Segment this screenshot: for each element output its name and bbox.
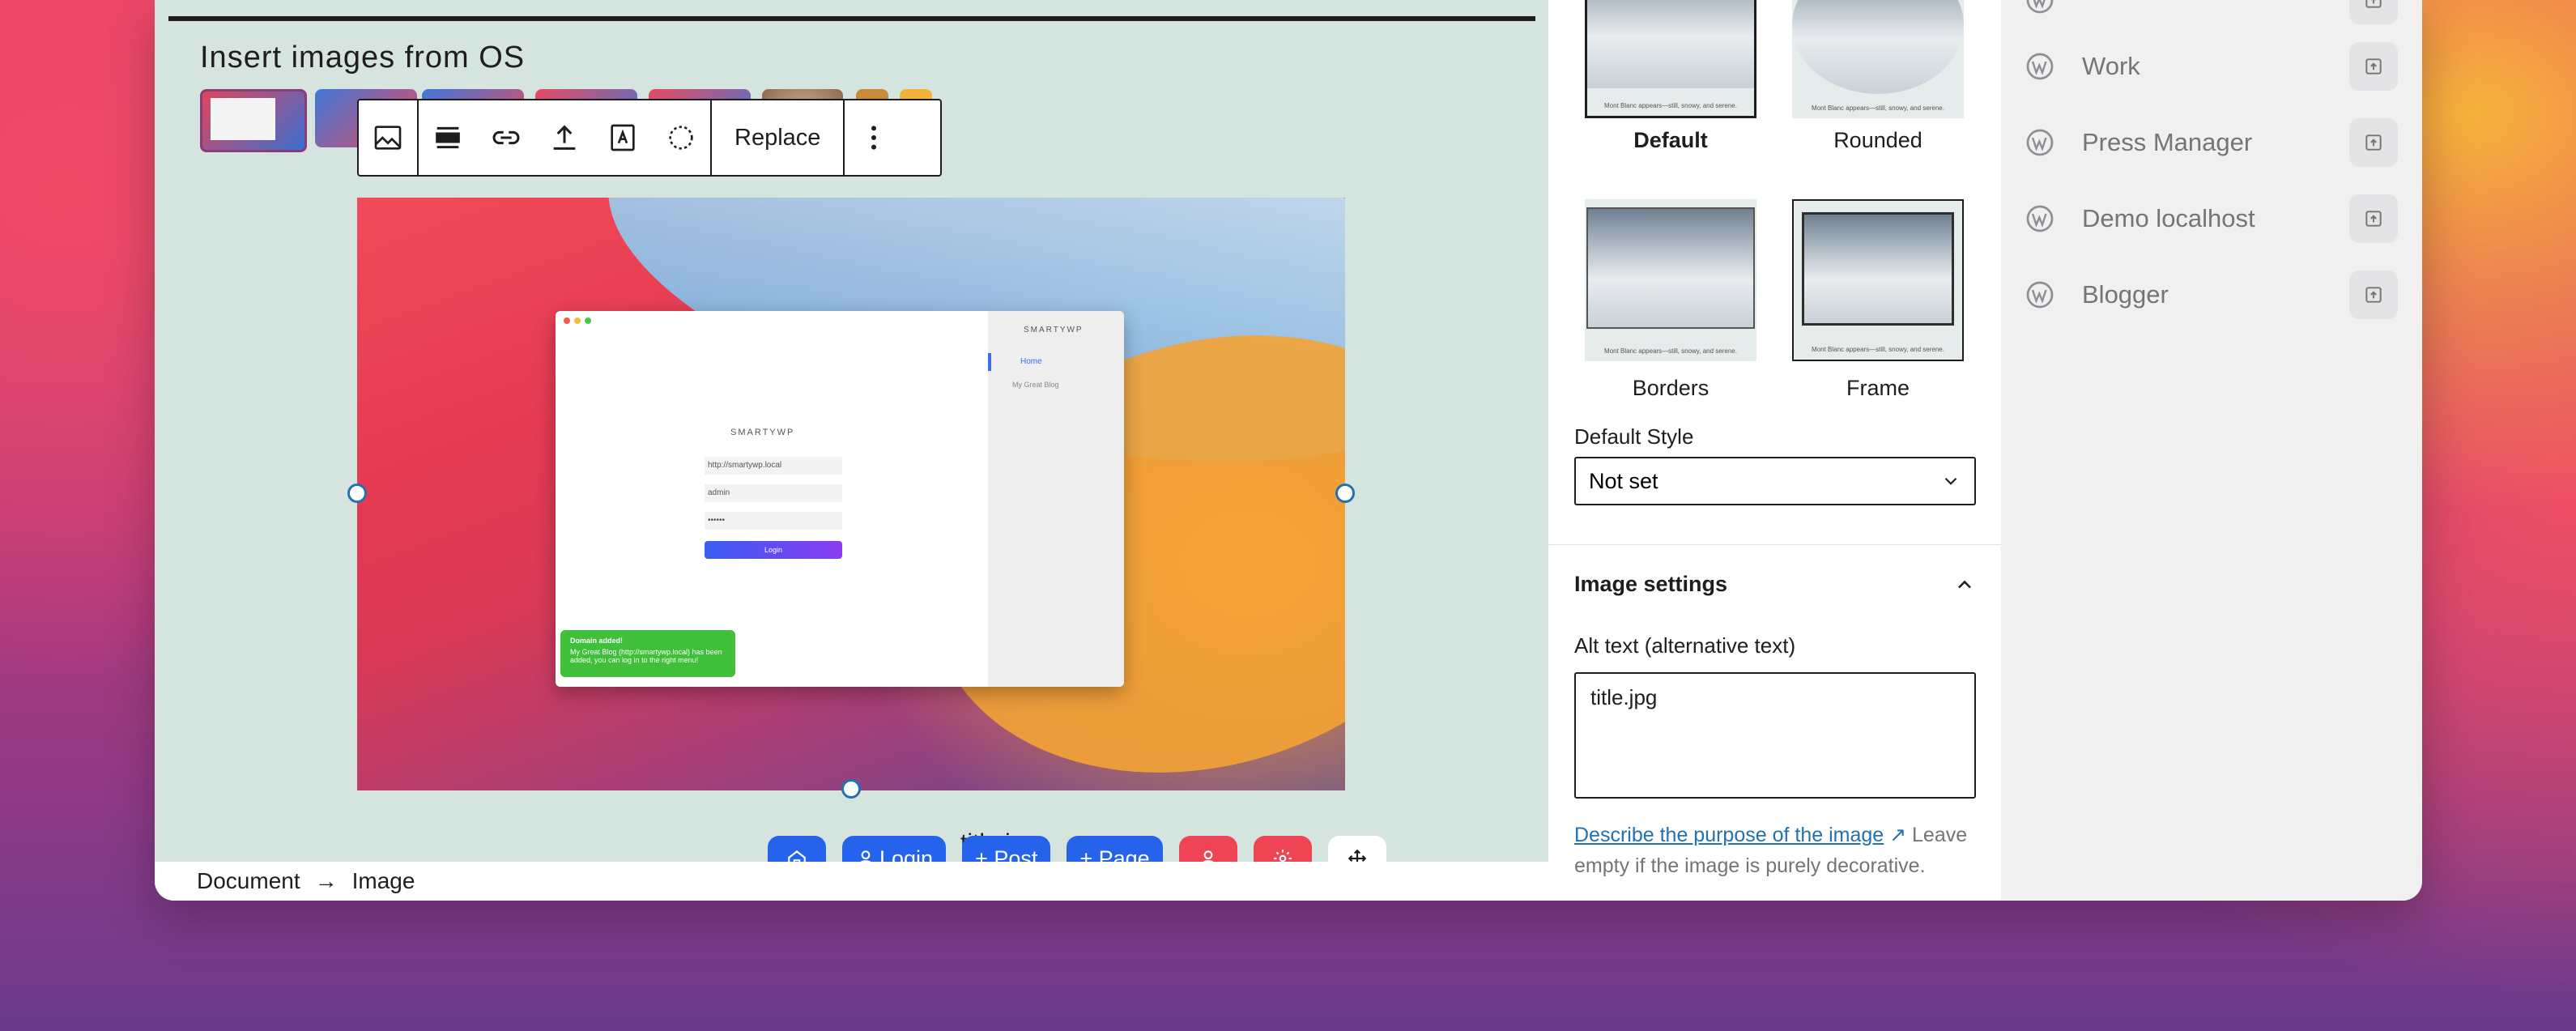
open-site-icon [2365, 134, 2382, 151]
resize-handle-bottom[interactable] [841, 779, 861, 799]
separator [168, 16, 1535, 21]
gallery-thumbnail[interactable] [200, 89, 307, 152]
open-site-button[interactable] [2349, 42, 2398, 91]
breadcrumb-image[interactable]: Image [352, 868, 415, 894]
site-item-press-manager[interactable]: Press Manager [2025, 118, 2398, 167]
alt-help-text: Describe the purpose of the image ↗ Leav… [1574, 824, 1968, 877]
image-block-icon[interactable] [359, 100, 417, 175]
selected-image[interactable]: SMARTYWP http://smartywp.local admin •••… [357, 198, 1345, 790]
settings-sidebar: Mont Blanc appears—still, snowy, and ser… [1548, 0, 2002, 877]
sites-sidebar: Work Press Manager Demo localhost Blogge… [2001, 0, 2422, 901]
breadcrumb-document[interactable]: Document [197, 868, 300, 894]
open-site-icon [2365, 0, 2382, 8]
app-window: Insert images from OS Replace SMARTYWP h… [155, 0, 2422, 901]
site-item-demo-localhost[interactable]: Demo localhost [2025, 194, 2398, 243]
external-link-icon: ↗ [1889, 824, 1907, 846]
duotone-icon[interactable] [652, 100, 710, 175]
style-option-default[interactable]: Mont Blanc appears—still, snowy, and ser… [1585, 0, 1756, 118]
style-option-rounded[interactable]: Mont Blanc appears—still, snowy, and ser… [1792, 0, 1964, 118]
upload-icon[interactable] [535, 100, 594, 175]
site-item-work[interactable]: Work [2025, 42, 2398, 91]
resize-handle-right[interactable] [1335, 484, 1355, 503]
link-icon[interactable] [477, 100, 535, 175]
block-toolbar: Replace [357, 99, 942, 177]
replace-button[interactable]: Replace [712, 125, 843, 151]
describe-purpose-link[interactable]: Describe the purpose of the image [1574, 824, 1884, 846]
chevron-up-icon [1958, 580, 1971, 588]
screenshot-content: SMARTYWP http://smartywp.local admin •••… [556, 311, 1124, 687]
editor-canvas: Insert images from OS Replace SMARTYWP h… [155, 0, 1548, 901]
image-settings-toggle[interactable]: Image settings [1574, 572, 1976, 597]
wordpress-icon [2026, 281, 2054, 309]
open-site-icon [2365, 58, 2382, 75]
wordpress-icon [2026, 129, 2054, 156]
wordpress-icon [2026, 53, 2054, 80]
arrow-right-icon: → [314, 868, 338, 893]
style-option-borders[interactable]: Mont Blanc appears—still, snowy, and ser… [1585, 199, 1756, 361]
open-site-icon [2365, 287, 2382, 303]
style-label-default: Default [1633, 128, 1708, 152]
style-label-frame: Frame [1846, 376, 1910, 400]
alt-text-field[interactable]: title.jpg [1574, 672, 1976, 799]
page-heading: Insert images from OS [200, 40, 526, 75]
resize-handle-left[interactable] [347, 484, 367, 503]
default-style-select[interactable]: Not set [1574, 457, 1976, 505]
text-overlay-icon[interactable] [594, 100, 652, 175]
open-site-button[interactable] [2349, 194, 2398, 243]
default-style-label: Default Style [1574, 424, 1694, 449]
site-item-blogger[interactable]: Blogger [2025, 271, 2398, 319]
open-site-icon [2365, 211, 2382, 227]
wordpress-icon [2026, 0, 2054, 14]
align-icon[interactable] [419, 100, 477, 175]
alt-text-label: Alt text (alternative text) [1574, 633, 1796, 658]
open-site-button[interactable] [2349, 118, 2398, 167]
open-site-button[interactable] [2349, 271, 2398, 319]
site-item-partial[interactable] [2025, 0, 2398, 24]
style-label-rounded: Rounded [1833, 128, 1922, 152]
wordpress-icon [2026, 205, 2054, 232]
more-options-icon[interactable] [845, 100, 903, 175]
divider [1548, 544, 2002, 545]
style-label-borders: Borders [1632, 376, 1710, 400]
chevron-down-icon [1944, 477, 1957, 485]
style-option-frame[interactable]: Mont Blanc appears—still, snowy, and ser… [1792, 199, 1964, 361]
